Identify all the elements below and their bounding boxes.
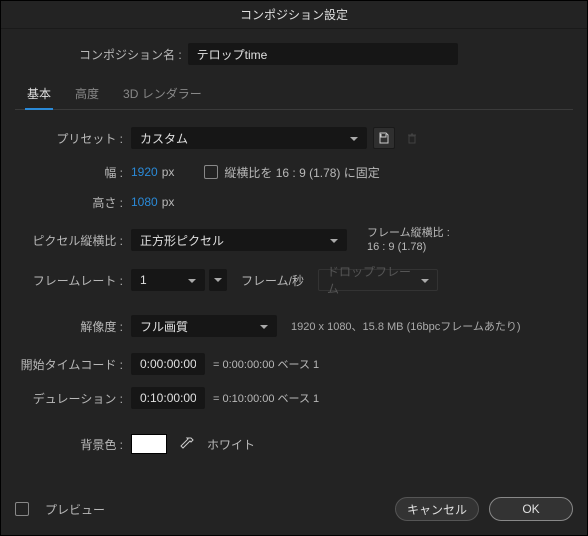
start-timecode-label: 開始タイムコード : — [15, 356, 131, 373]
par-label: ピクセル縦横比 : — [15, 232, 131, 249]
dropframe-select: ドロップフレーム — [318, 269, 438, 291]
dropframe-value: ドロップフレーム — [327, 263, 413, 297]
lock-aspect-checkbox[interactable] — [204, 165, 218, 179]
preset-value: カスタム — [140, 130, 188, 147]
bgcolor-label: 背景色 : — [15, 436, 131, 453]
resolution-value: フル画質 — [140, 318, 188, 335]
preset-label: プリセット : — [15, 130, 131, 147]
preset-select[interactable]: カスタム — [131, 127, 367, 149]
eyedropper-button[interactable] — [177, 434, 197, 454]
fps-row: フレームレート : 1 フレーム/秒 ドロップフレーム — [15, 268, 563, 292]
bgcolor-row: 背景色 : ホワイト — [15, 432, 563, 456]
resolution-select[interactable]: フル画質 — [131, 315, 277, 337]
fps-dropdown[interactable] — [209, 269, 227, 291]
resolution-row: 解像度 : フル画質 1920 x 1080、15.8 MB (16bpcフレー… — [15, 314, 563, 338]
tabs: 基本 高度 3D レンダラー — [15, 79, 573, 110]
par-row: ピクセル縦横比 : 正方形ピクセル フレーム縦横比 : 16 : 9 (1.78… — [15, 226, 563, 254]
height-unit: px — [162, 195, 175, 209]
preview-checkbox[interactable] — [15, 502, 29, 516]
duration-row: デュレーション : = 0:10:00:00 ベース 1 — [15, 386, 563, 410]
width-unit: px — [162, 165, 175, 179]
fps-label: フレームレート : — [15, 272, 131, 289]
basic-panel: プリセット : カスタム 幅 : 1920 px — [15, 126, 573, 456]
width-row: 幅 : 1920 px 縦横比を 16 : 9 (1.78) に固定 — [15, 160, 563, 184]
save-preset-button[interactable] — [373, 127, 395, 149]
cancel-button[interactable]: キャンセル — [395, 497, 479, 521]
height-value[interactable]: 1080 — [131, 195, 158, 209]
fps-unit: フレーム/秒 — [241, 272, 304, 289]
duration-field[interactable] — [131, 387, 205, 409]
height-label: 高さ : — [15, 194, 131, 211]
fps-input[interactable]: 1 — [131, 269, 205, 291]
dialog-title: コンポジション設定 — [1, 1, 587, 29]
start-timecode-row: 開始タイムコード : = 0:00:00:00 ベース 1 — [15, 352, 563, 376]
start-timecode-field[interactable] — [131, 353, 205, 375]
ok-label: OK — [522, 502, 539, 516]
width-value[interactable]: 1920 — [131, 165, 158, 179]
par-value: 正方形ピクセル — [140, 232, 224, 249]
frame-aspect: フレーム縦横比 : 16 : 9 (1.78) — [367, 226, 450, 254]
duration-eq: = 0:10:00:00 ベース 1 — [213, 390, 319, 406]
delete-preset-button — [401, 127, 423, 149]
dialog-content: コンポジション名 : 基本 高度 3D レンダラー プリセット : カスタム — [1, 29, 587, 487]
cancel-label: キャンセル — [407, 501, 467, 518]
preset-row: プリセット : カスタム — [15, 126, 563, 150]
frame-aspect-label: フレーム縦横比 : — [367, 226, 450, 240]
start-timecode-eq: = 0:00:00:00 ベース 1 — [213, 356, 319, 372]
comp-name-field[interactable] — [188, 43, 458, 65]
resolution-info: 1920 x 1080、15.8 MB (16bpcフレームあたり) — [291, 318, 521, 334]
bgcolor-name: ホワイト — [207, 436, 255, 453]
frame-aspect-value: 16 : 9 (1.78) — [367, 240, 450, 254]
composition-settings-dialog: コンポジション設定 コンポジション名 : 基本 高度 3D レンダラー プリセッ… — [0, 0, 588, 536]
par-select[interactable]: 正方形ピクセル — [131, 229, 347, 251]
tab-advanced[interactable]: 高度 — [73, 79, 101, 110]
width-label: 幅 : — [15, 164, 131, 181]
comp-name-label: コンポジション名 : — [79, 46, 182, 63]
height-row: 高さ : 1080 px — [15, 190, 563, 214]
comp-name-row: コンポジション名 : — [15, 43, 573, 65]
lock-aspect-label: 縦横比を 16 : 9 (1.78) に固定 — [224, 164, 379, 181]
preview-label: プレビュー — [45, 501, 105, 518]
ok-button[interactable]: OK — [489, 497, 573, 521]
tab-3d-renderer[interactable]: 3D レンダラー — [121, 79, 204, 110]
dialog-footer: プレビュー キャンセル OK — [1, 487, 587, 535]
duration-label: デュレーション : — [15, 390, 131, 407]
resolution-label: 解像度 : — [15, 318, 131, 335]
tab-basic[interactable]: 基本 — [25, 79, 53, 110]
fps-value: 1 — [140, 273, 147, 287]
bgcolor-swatch[interactable] — [131, 434, 167, 454]
